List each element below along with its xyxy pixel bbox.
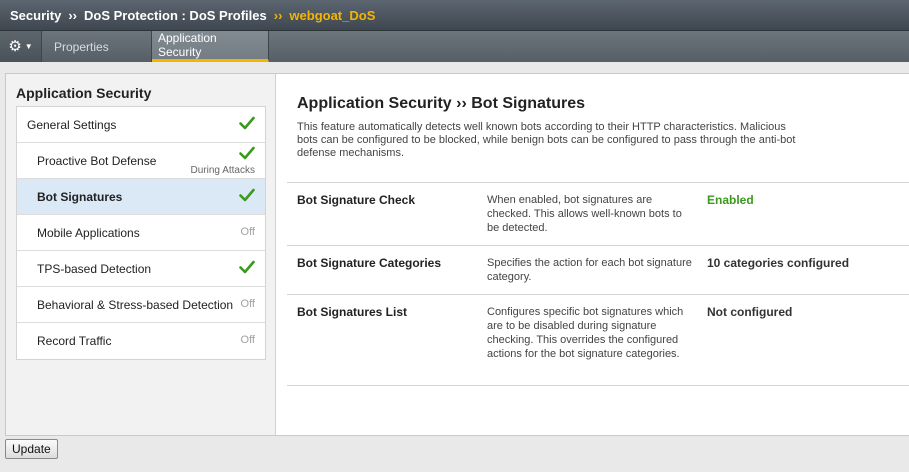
- sidebar-item-label: TPS-based Detection: [37, 261, 152, 276]
- setting-row-bot-signatures-list[interactable]: Bot Signatures List Configures specific …: [287, 295, 909, 386]
- check-icon: [239, 188, 255, 202]
- setting-description: When enabled, bot signatures are checked…: [487, 194, 682, 234]
- chevron-down-icon: ▼: [24, 41, 33, 51]
- update-button[interactable]: Update: [5, 439, 58, 459]
- tab-application-security[interactable]: Application Security: [152, 31, 269, 62]
- breadcrumb: Security ›› DoS Protection : DoS Profile…: [0, 0, 909, 31]
- setting-value: 10 categories configured: [707, 256, 850, 270]
- page-description: This feature automatically detects well …: [297, 121, 796, 159]
- tab-bar: ⚙ ▼ Properties Application Security: [0, 31, 909, 62]
- status-text: Off: [240, 334, 255, 346]
- status-text: Off: [240, 226, 255, 238]
- check-icon: [239, 260, 255, 274]
- sidebar-item-bot-signatures[interactable]: Bot Signatures: [17, 179, 265, 215]
- setting-label: Bot Signatures List: [297, 305, 408, 319]
- page-title: Application Security ›› Bot Signatures: [297, 95, 586, 112]
- sidebar-item-general-settings[interactable]: General Settings: [17, 107, 265, 143]
- sidebar-item-label: Proactive Bot Defense: [37, 153, 157, 168]
- gear-icon: ⚙: [8, 38, 22, 55]
- setting-label: Bot Signature Check: [297, 193, 416, 207]
- settings-list: Bot Signature Check When enabled, bot si…: [287, 182, 909, 386]
- setting-row-bot-signature-categories[interactable]: Bot Signature Categories Specifies the a…: [287, 246, 909, 295]
- sidebar-item-behavioral-detection[interactable]: Behavioral & Stress-based Detection Off: [17, 287, 265, 323]
- sidebar-item-label: Behavioral & Stress-based Detection: [37, 297, 234, 312]
- breadcrumb-separator: ››: [273, 7, 283, 23]
- breadcrumb-dos-profiles[interactable]: DoS Protection : DoS Profiles: [84, 8, 267, 23]
- sidebar-item-label: Record Traffic: [37, 334, 112, 348]
- sidebar-item-tps-based-detection[interactable]: TPS-based Detection: [17, 251, 265, 287]
- sidebar: Application Security General Settings Pr…: [6, 74, 276, 435]
- sidebar-item-label: General Settings: [27, 117, 117, 132]
- setting-description: Configures specific bot signatures which…: [487, 306, 684, 360]
- check-icon: [239, 146, 255, 160]
- check-icon: [239, 116, 255, 130]
- setting-description: Specifies the action for each bot signat…: [487, 257, 692, 283]
- setting-label: Bot Signature Categories: [297, 256, 442, 270]
- sidebar-item-record-traffic[interactable]: Record Traffic Off: [17, 323, 265, 359]
- sidebar-item-proactive-bot-defense[interactable]: Proactive Bot Defense During Attacks: [17, 143, 265, 179]
- setting-value: Enabled: [707, 193, 754, 207]
- main-panel: Application Security ›› Bot Signatures T…: [277, 74, 909, 435]
- breadcrumb-current: webgoat_DoS: [289, 7, 376, 23]
- setting-value: Not configured: [707, 305, 793, 319]
- gear-menu-button[interactable]: ⚙ ▼: [0, 31, 42, 62]
- breadcrumb-security[interactable]: Security: [10, 8, 61, 23]
- sidebar-menu: General Settings Proactive Bot Defense D…: [16, 106, 266, 360]
- sidebar-item-label: Mobile Applications: [37, 225, 140, 240]
- content-area: Application Security General Settings Pr…: [5, 73, 909, 436]
- status-text: During Attacks: [190, 165, 255, 176]
- breadcrumb-separator: ››: [68, 7, 77, 23]
- sidebar-item-label: Bot Signatures: [37, 189, 123, 204]
- setting-row-bot-signature-check[interactable]: Bot Signature Check When enabled, bot si…: [287, 183, 909, 246]
- sidebar-item-mobile-applications[interactable]: Mobile Applications Off: [17, 215, 265, 251]
- status-text: Off: [240, 298, 255, 310]
- sidebar-title: Application Security: [16, 85, 152, 101]
- tab-properties[interactable]: Properties: [42, 31, 152, 62]
